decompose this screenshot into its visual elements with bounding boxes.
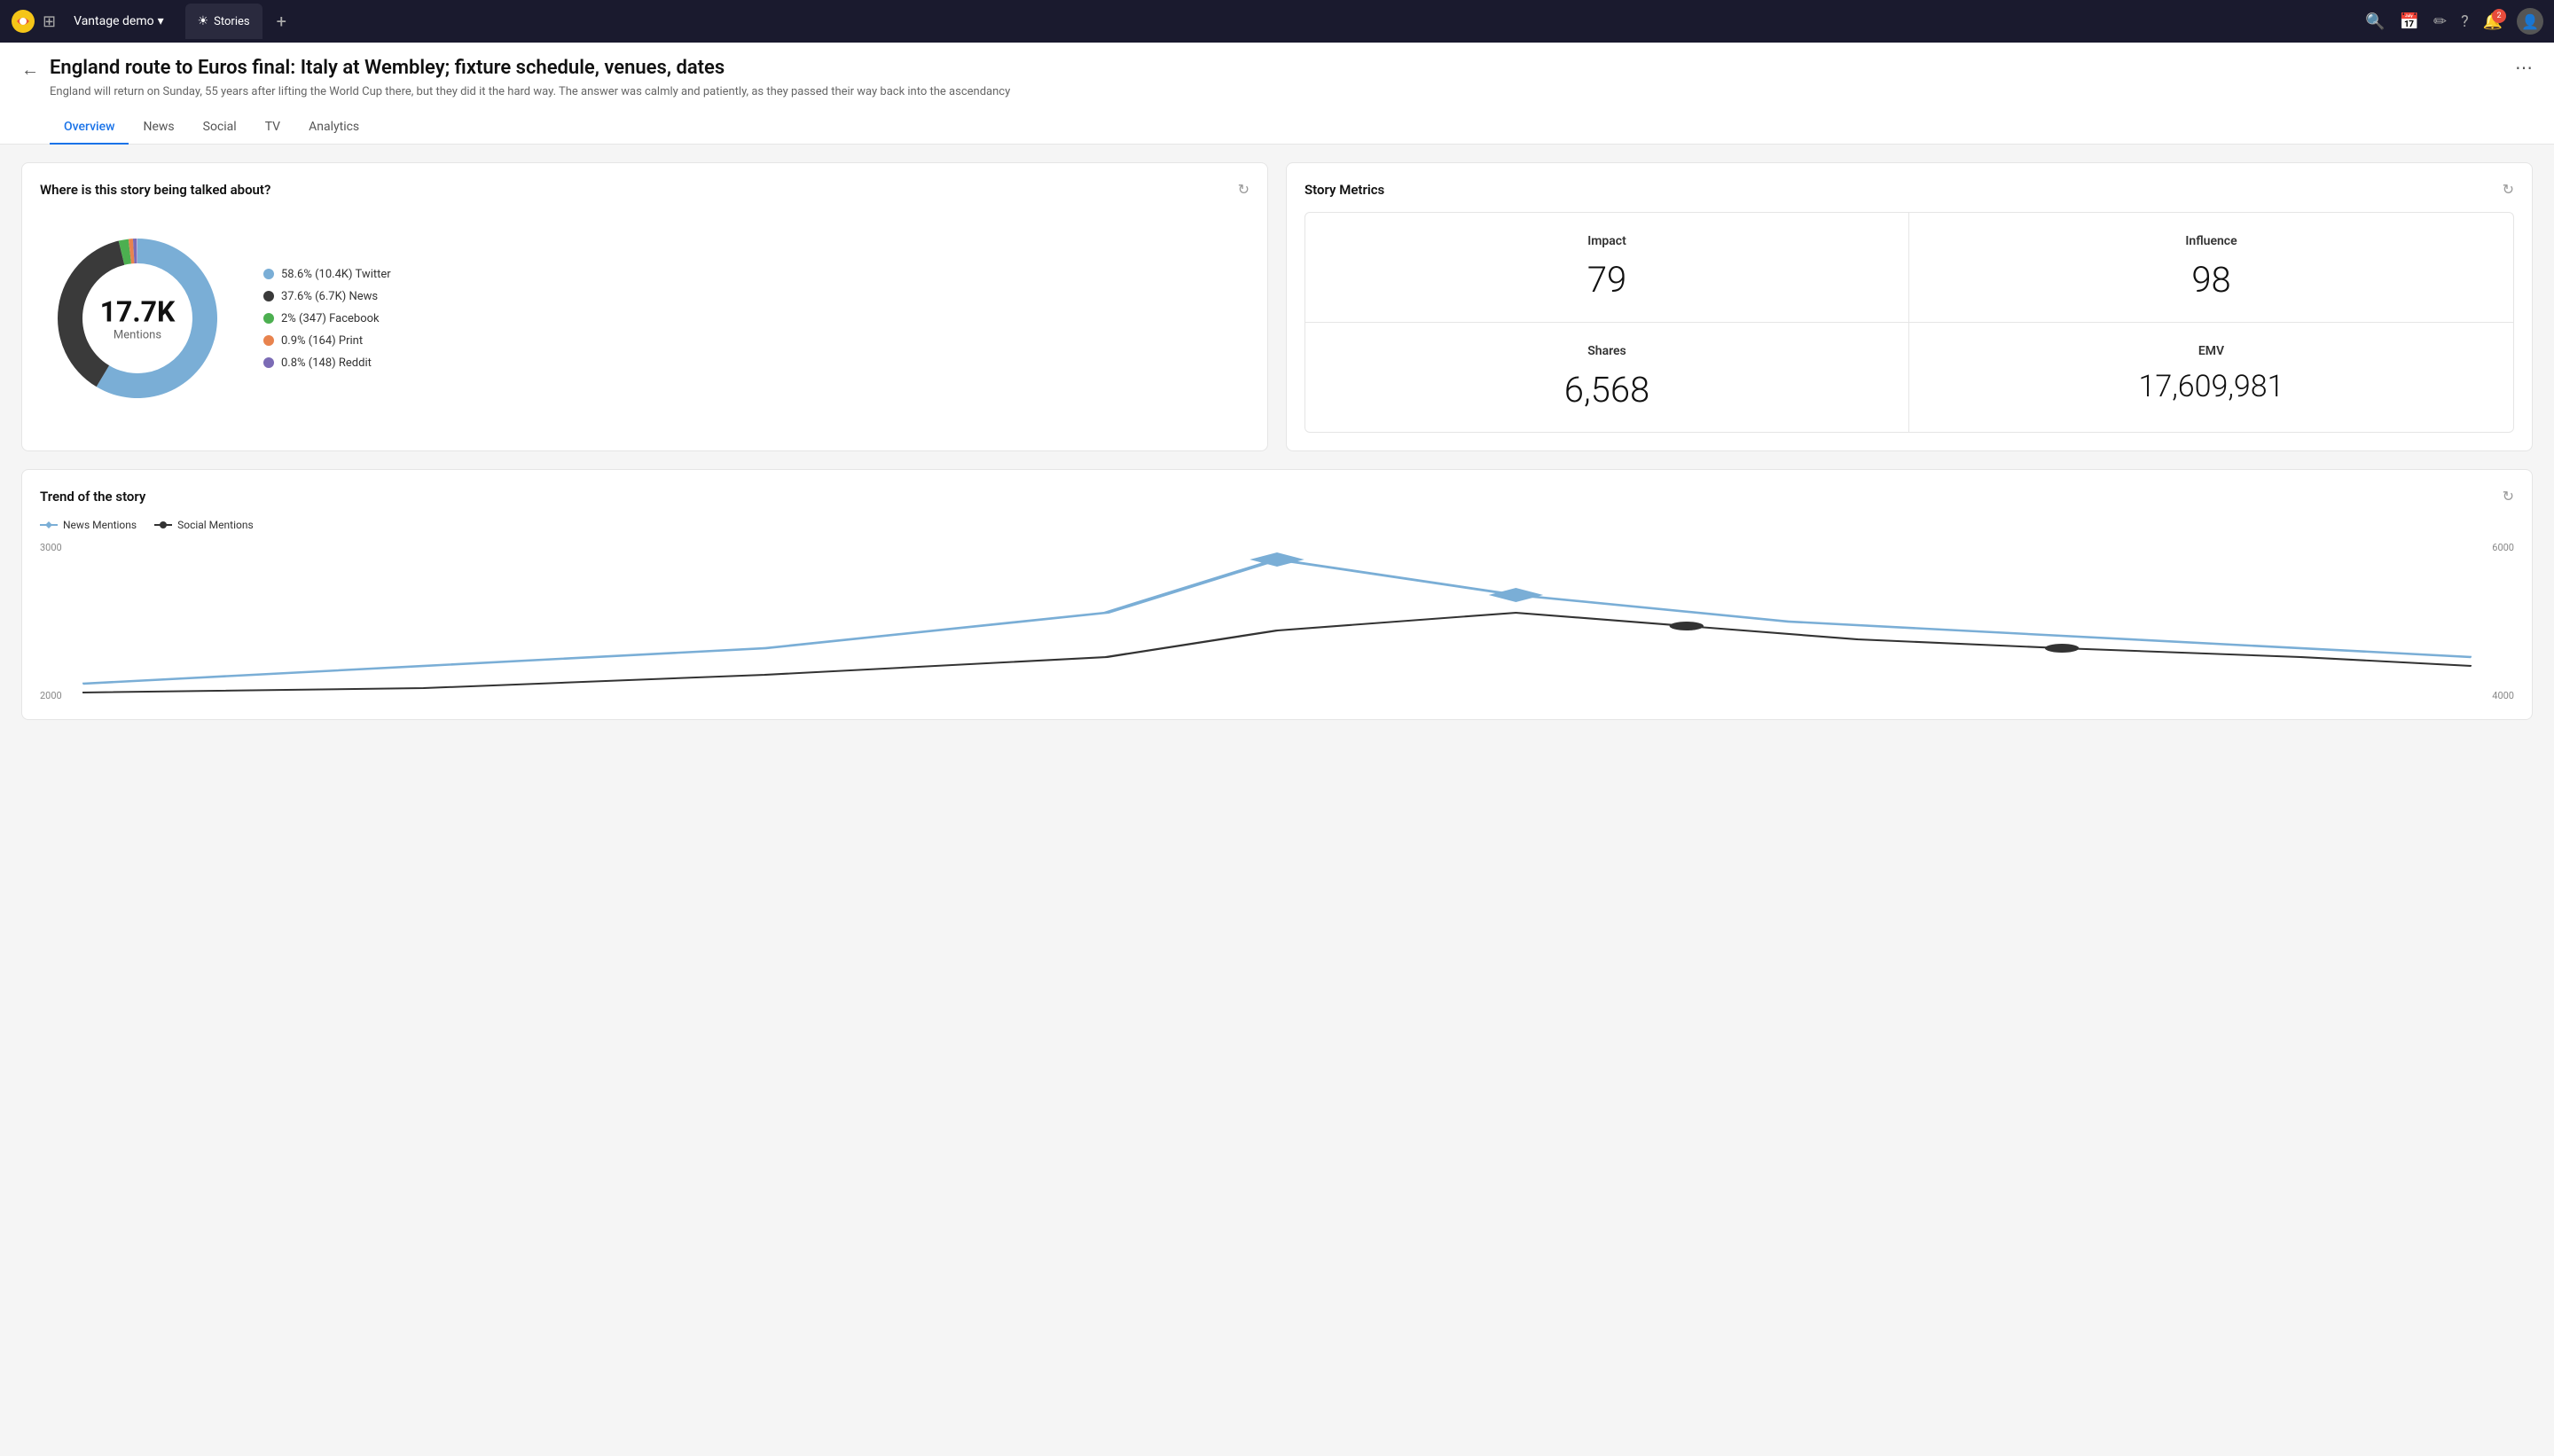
donut-card-title: Where is this story being talked about? [40, 182, 270, 198]
chart-yaxis-left: 3000 2000 [40, 542, 75, 701]
donut-chart: 17.7K Mentions [40, 221, 235, 416]
page-title: England route to Euros final: Italy at W… [50, 57, 2515, 79]
legend-item: 2% (347) Facebook [263, 312, 391, 325]
notifications-button[interactable]: 🔔 2 [2483, 12, 2503, 31]
tabs: Overview News Social TV Analytics [50, 111, 2533, 144]
grid-icon[interactable]: ⊞ [43, 12, 56, 31]
page-header: ← England route to Euros final: Italy at… [0, 43, 2554, 145]
donut-legend: 58.6% (10.4K) Twitter 37.6% (6.7K) News … [263, 268, 391, 370]
trend-chart-area: 3000 2000 6000 4000 [40, 542, 2514, 701]
trend-legend: News Mentions Social Mentions [40, 519, 2514, 531]
add-tab-button[interactable]: + [270, 7, 294, 35]
trend-card: Trend of the story ↻ News Mentions Socia… [21, 469, 2533, 720]
legend-item: 58.6% (10.4K) Twitter [263, 268, 391, 281]
back-button[interactable]: ← [21, 59, 39, 81]
workspace-chevron: ▾ [158, 14, 164, 28]
metric-cell-emv: EMV 17,609,981 [1909, 323, 2513, 432]
more-options-button[interactable]: ⋯ [2515, 57, 2533, 78]
tab-analytics[interactable]: Analytics [294, 111, 373, 145]
stories-tab-label: Stories [214, 15, 249, 28]
avatar[interactable]: 👤 [2517, 8, 2543, 35]
tab-social[interactable]: Social [189, 111, 251, 145]
trend-legend-news-label: News Mentions [63, 519, 137, 531]
legend-item: 37.6% (6.7K) News [263, 290, 391, 303]
tab-tv[interactable]: TV [251, 111, 294, 145]
tab-news[interactable]: News [129, 111, 188, 145]
trend-chart-svg [82, 542, 2472, 701]
legend-item: 0.9% (164) Print [263, 334, 391, 348]
story-metrics-card: Story Metrics ↻ Impact 79 Influence 98 S… [1286, 162, 2533, 451]
mentions-distribution-card: Where is this story being talked about? … [21, 162, 1268, 451]
trend-card-title: Trend of the story [40, 489, 145, 505]
cards-row: Where is this story being talked about? … [21, 162, 2533, 451]
stories-tab[interactable]: ☀ Stories [185, 4, 262, 39]
edit-icon[interactable]: ✏ [2433, 12, 2447, 31]
donut-refresh-button[interactable]: ↻ [1238, 181, 1250, 198]
avatar-icon: 👤 [2521, 13, 2539, 30]
donut-center-label: Mentions [100, 329, 176, 342]
logo-icon [11, 9, 35, 34]
trend-legend-news: News Mentions [40, 519, 137, 531]
stories-tab-icon: ☀ [198, 14, 209, 28]
tab-overview[interactable]: Overview [50, 111, 129, 145]
page-subtitle: England will return on Sunday, 55 years … [50, 84, 2533, 100]
trend-legend-social: Social Mentions [154, 519, 254, 531]
metric-cell-impact: Impact 79 [1305, 213, 1909, 323]
metrics-refresh-button[interactable]: ↻ [2503, 181, 2514, 198]
calendar-icon[interactable]: 📅 [2400, 12, 2419, 31]
legend-item: 0.8% (148) Reddit [263, 356, 391, 370]
topnav-actions: 🔍 📅 ✏ ? 🔔 2 👤 [2365, 8, 2543, 35]
chart-yaxis-right: 6000 4000 [2479, 542, 2514, 701]
metrics-grid: Impact 79 Influence 98 Shares 6,568 EMV … [1304, 212, 2514, 433]
help-icon[interactable]: ? [2461, 12, 2469, 31]
main-content: Where is this story being talked about? … [0, 145, 2554, 738]
trend-legend-social-label: Social Mentions [177, 519, 254, 531]
metric-cell-influence: Influence 98 [1909, 213, 2513, 323]
metrics-card-title: Story Metrics [1304, 182, 1384, 198]
notification-badge: 2 [2492, 9, 2506, 23]
workspace-selector[interactable]: Vantage demo ▾ [67, 11, 171, 32]
topnav: ⊞ Vantage demo ▾ ☀ Stories + 🔍 📅 ✏ ? 🔔 2… [0, 0, 2554, 43]
workspace-label: Vantage demo [74, 14, 153, 28]
donut-center-value: 17.7K [100, 295, 176, 329]
trend-refresh-button[interactable]: ↻ [2503, 488, 2514, 505]
metric-cell-shares: Shares 6,568 [1305, 323, 1909, 432]
search-icon[interactable]: 🔍 [2365, 12, 2385, 31]
